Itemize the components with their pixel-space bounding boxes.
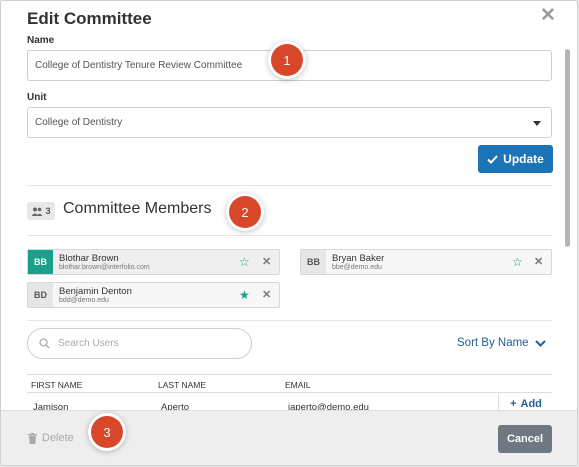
avatar: BD bbox=[28, 283, 53, 307]
search-users-input[interactable]: Search Users bbox=[27, 328, 252, 359]
unit-select[interactable]: College of Dentistry bbox=[27, 107, 552, 138]
star-outline-icon[interactable]: ☆ bbox=[512, 255, 523, 269]
member-count: 3 bbox=[45, 206, 51, 216]
callout-marker: 1 bbox=[271, 44, 303, 76]
member-email: bdd@demo.edu bbox=[59, 297, 109, 304]
member-name: Blothar Brown bbox=[59, 253, 119, 264]
chevron-down-icon bbox=[533, 121, 541, 126]
column-header-first-name: FIRST NAME bbox=[31, 380, 83, 390]
column-header-last-name: LAST NAME bbox=[158, 380, 207, 390]
name-label: Name bbox=[27, 35, 55, 46]
member-card: BB Blothar Brown blothar.brown@interfoli… bbox=[27, 249, 280, 275]
update-label: Update bbox=[503, 152, 544, 166]
cancel-button[interactable]: Cancel bbox=[498, 425, 552, 453]
users-icon bbox=[31, 207, 43, 216]
star-filled-icon[interactable]: ★ bbox=[239, 288, 250, 302]
member-email: blothar.brown@interfolio.com bbox=[59, 264, 150, 271]
chevron-down-icon bbox=[534, 339, 546, 347]
divider bbox=[27, 320, 552, 321]
search-placeholder: Search Users bbox=[58, 338, 119, 349]
callout-marker: 3 bbox=[91, 416, 123, 448]
remove-icon[interactable]: ✕ bbox=[262, 288, 271, 302]
callout-marker: 2 bbox=[229, 196, 261, 228]
delete-label: Delete bbox=[42, 432, 74, 444]
close-icon[interactable]: ✕ bbox=[540, 4, 556, 27]
member-card: BD Benjamin Denton bdd@demo.edu ★ ✕ bbox=[27, 282, 280, 308]
member-name: Bryan Baker bbox=[332, 253, 385, 264]
dialog-title: Edit Committee bbox=[27, 9, 152, 28]
add-label: Add bbox=[520, 398, 542, 410]
member-email: bbe@demo.edu bbox=[332, 264, 382, 271]
trash-icon bbox=[28, 432, 37, 444]
unit-selected-value: College of Dentistry bbox=[35, 117, 123, 128]
remove-icon[interactable]: ✕ bbox=[262, 255, 271, 269]
scrollbar[interactable] bbox=[565, 49, 570, 247]
update-button[interactable]: Update bbox=[478, 145, 553, 173]
dialog-footer: Delete Cancel bbox=[1, 410, 577, 465]
search-icon bbox=[39, 338, 50, 349]
table-border bbox=[27, 392, 552, 393]
plus-icon: + bbox=[510, 398, 517, 410]
table-border bbox=[27, 374, 552, 375]
unit-label: Unit bbox=[27, 92, 47, 103]
member-count-badge: 3 bbox=[27, 202, 55, 220]
sort-label: Sort By Name bbox=[457, 337, 529, 349]
committee-members-heading: Committee Members bbox=[63, 200, 212, 217]
star-outline-icon[interactable]: ☆ bbox=[239, 255, 250, 269]
column-header-email: EMAIL bbox=[285, 380, 311, 390]
check-icon bbox=[487, 154, 498, 164]
delete-button[interactable]: Delete bbox=[28, 432, 74, 444]
avatar: BB bbox=[28, 250, 53, 274]
remove-icon[interactable]: ✕ bbox=[534, 255, 543, 269]
sort-dropdown[interactable]: Sort By Name bbox=[457, 337, 546, 349]
member-card: BB Bryan Baker bbe@demo.edu ☆ ✕ bbox=[300, 249, 552, 275]
avatar: BB bbox=[301, 250, 326, 274]
member-name: Benjamin Denton bbox=[59, 286, 132, 297]
divider bbox=[27, 235, 552, 236]
divider bbox=[27, 185, 552, 186]
